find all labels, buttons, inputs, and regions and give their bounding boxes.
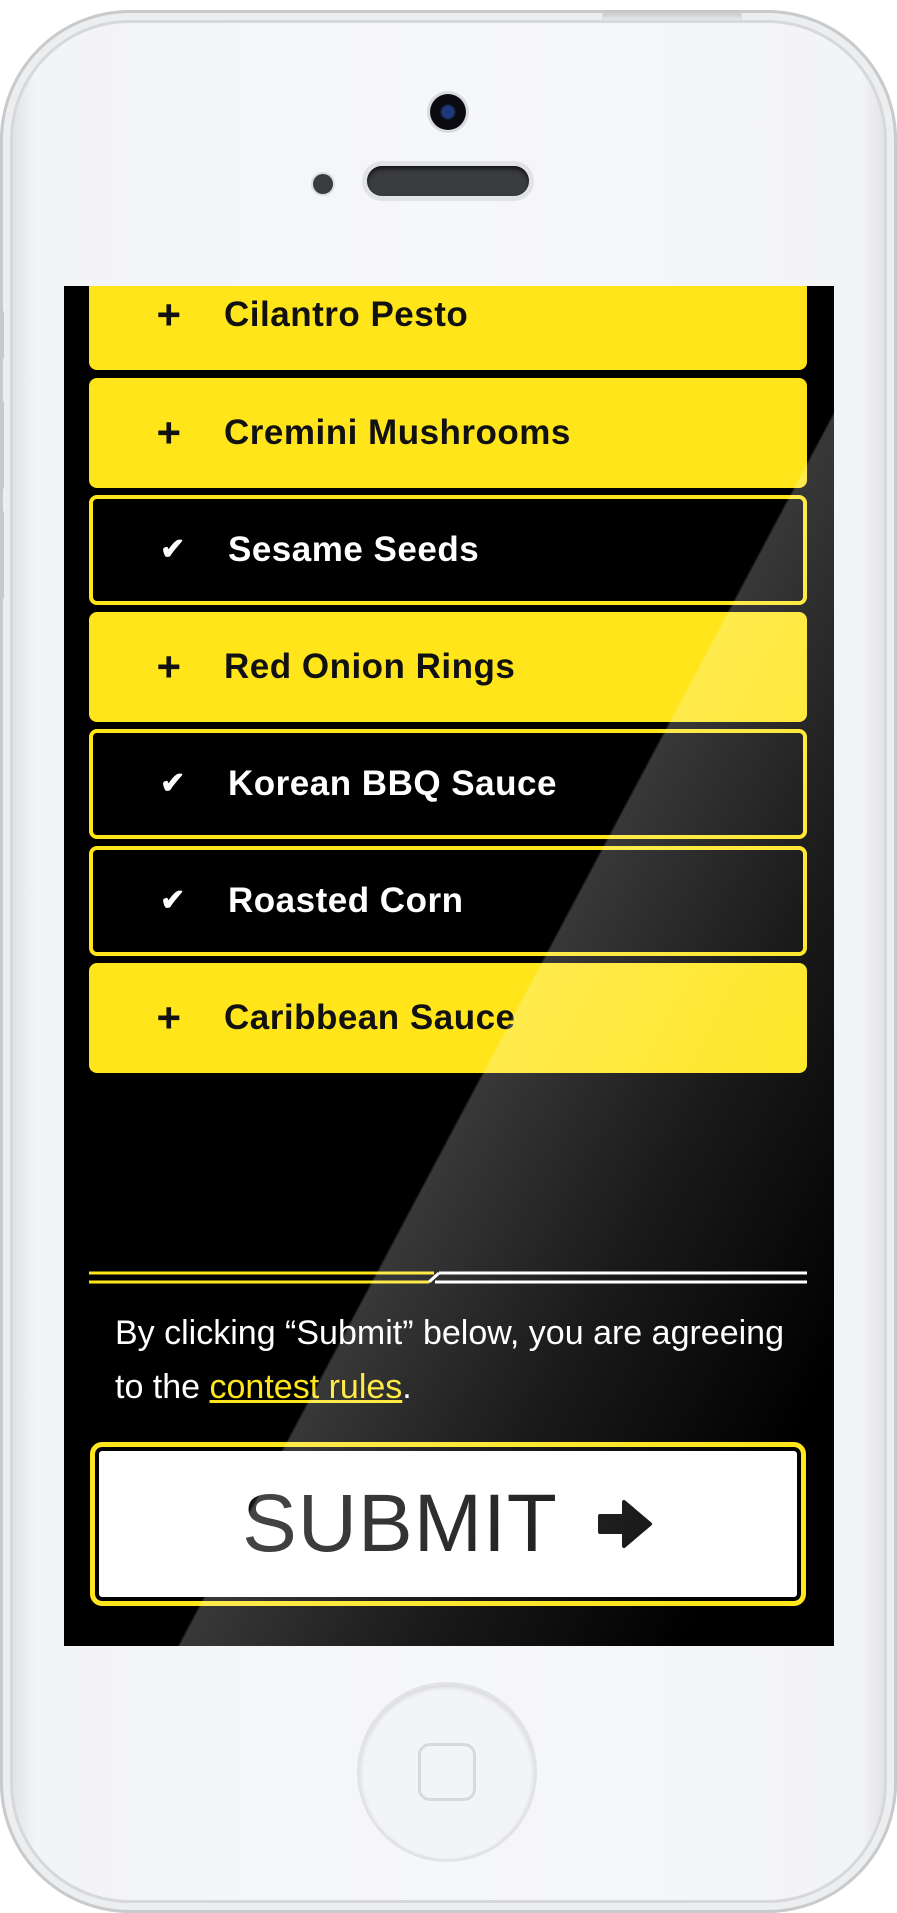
topping-option-sesame-seeds[interactable]: ✔ Sesame Seeds (89, 495, 807, 605)
topping-option-roasted-corn[interactable]: ✔ Roasted Corn (89, 846, 807, 956)
front-camera (430, 94, 466, 130)
submit-button[interactable]: SUBMIT (90, 1442, 806, 1606)
phone-screen: + Cilantro Pesto + Cremini Mushrooms ✔ S… (64, 286, 834, 1646)
home-button[interactable] (360, 1685, 534, 1859)
option-label: Cremini Mushrooms (224, 413, 571, 452)
mute-switch (0, 310, 4, 360)
option-label: Sesame Seeds (228, 530, 480, 569)
topping-option-red-onion-rings[interactable]: + Red Onion Rings (89, 612, 807, 722)
check-icon: ✔ (160, 767, 186, 800)
volume-down-button (0, 510, 4, 600)
plus-icon: + (156, 643, 182, 690)
phone-frame: + Cilantro Pesto + Cremini Mushrooms ✔ S… (0, 10, 897, 1913)
option-label: Roasted Corn (228, 881, 464, 920)
contest-rules-link[interactable]: contest rules (210, 1368, 403, 1406)
option-label: Cilantro Pesto (224, 295, 469, 334)
option-label: Caribbean Sauce (224, 998, 516, 1037)
option-label: Red Onion Rings (224, 647, 516, 686)
disclaimer-period: . (402, 1368, 412, 1406)
topping-option-cilantro-pesto[interactable]: + Cilantro Pesto (89, 286, 807, 370)
topping-option-cremini-mushrooms[interactable]: + Cremini Mushrooms (89, 378, 807, 488)
option-label: Korean BBQ Sauce (228, 764, 557, 803)
section-divider (89, 1271, 807, 1284)
plus-icon: + (156, 409, 182, 456)
check-icon: ✔ (160, 533, 186, 566)
earpiece-speaker (367, 166, 529, 196)
submit-label: SUBMIT (242, 1478, 558, 1569)
home-square-icon (418, 1743, 476, 1801)
power-button (602, 10, 742, 20)
topping-option-korean-bbq-sauce[interactable]: ✔ Korean BBQ Sauce (89, 729, 807, 839)
volume-up-button (0, 400, 4, 490)
topping-option-caribbean-sauce[interactable]: + Caribbean Sauce (89, 963, 807, 1073)
arrow-right-icon (597, 1500, 652, 1548)
proximity-sensor (313, 174, 333, 194)
contest-disclaimer: By clicking “Submit” below, you are agre… (115, 1306, 795, 1414)
check-icon: ✔ (160, 884, 186, 917)
plus-icon: + (156, 994, 182, 1041)
plus-icon: + (156, 291, 182, 338)
